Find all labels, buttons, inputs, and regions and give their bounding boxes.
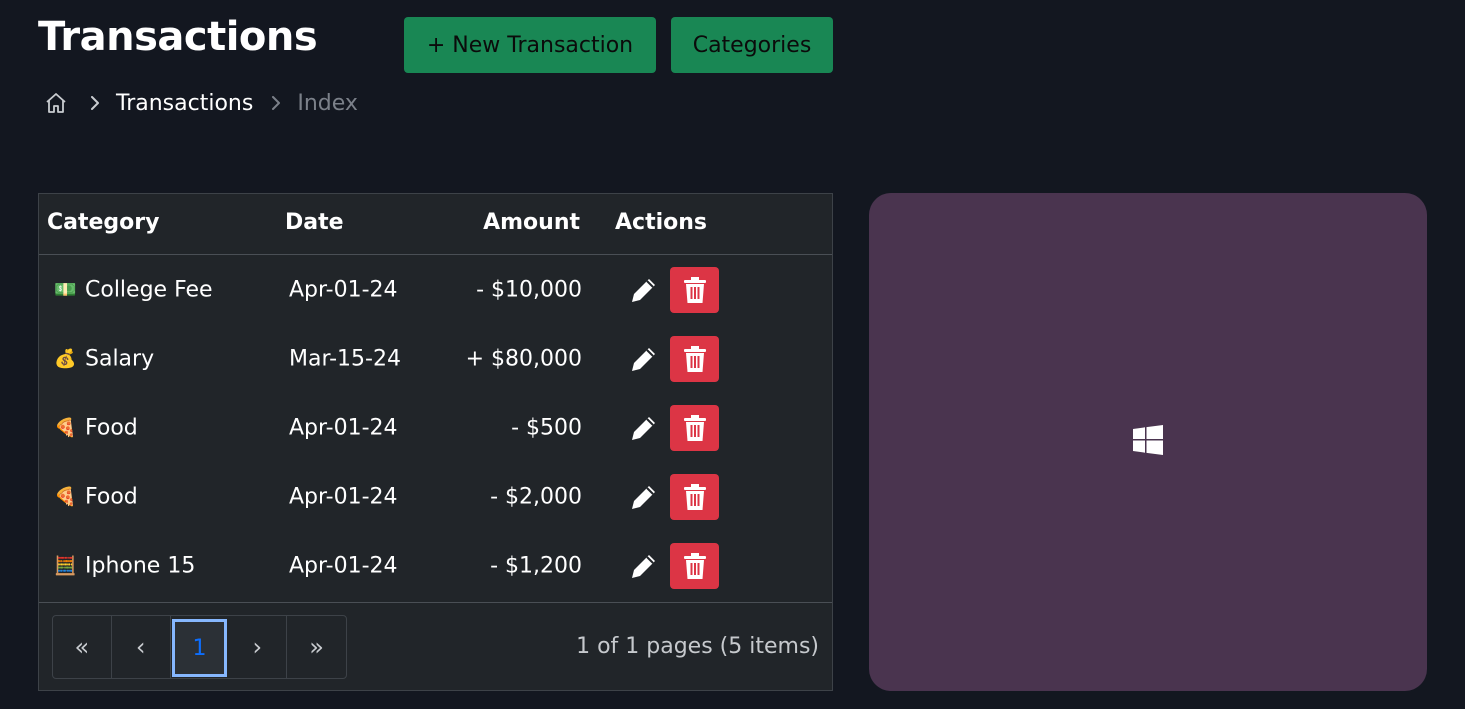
table-row: 💰 Salary Mar-15-24 + $80,000 [39, 324, 832, 393]
home-icon[interactable] [44, 91, 68, 115]
next-page-button[interactable]: › [228, 616, 288, 678]
date-cell: Apr-01-24 [289, 277, 398, 302]
category-name: Food [85, 415, 138, 440]
delete-button[interactable] [670, 404, 719, 451]
trash-icon [683, 483, 706, 510]
edit-pencil-icon[interactable] [629, 482, 659, 512]
edit-pencil-icon[interactable] [629, 551, 659, 581]
pizza-icon: 🍕 [54, 486, 77, 507]
transactions-table: Category Date Amount Actions 💵 College F… [38, 193, 833, 691]
delete-button[interactable] [670, 266, 719, 313]
table-row: 🍕 Food Apr-01-24 - $2,000 [39, 462, 832, 531]
chevron-right-icon [88, 96, 102, 110]
page-title: Transactions [38, 14, 318, 60]
trash-icon [683, 345, 706, 372]
new-transaction-button[interactable]: + New Transaction [404, 17, 656, 73]
date-cell: Apr-01-24 [289, 415, 398, 440]
pagination: « ‹ 1 › » [52, 615, 347, 679]
category-cell: 🧮 Iphone 15 [54, 553, 195, 578]
trash-icon [683, 414, 706, 441]
money-bag-icon: 💰 [54, 348, 77, 369]
amount-cell: + $80,000 [465, 346, 582, 371]
amount-cell: - $2,000 [490, 484, 582, 509]
trash-icon [683, 276, 706, 303]
category-cell: 💰 Salary [54, 346, 154, 371]
previous-page-button[interactable]: ‹ [112, 616, 171, 678]
edit-pencil-icon[interactable] [629, 344, 659, 374]
chevron-right-icon [269, 96, 283, 110]
side-panel [869, 193, 1427, 691]
category-cell: 💵 College Fee [54, 277, 213, 302]
column-header-date: Date [285, 210, 344, 235]
category-name: Salary [85, 346, 155, 371]
abacus-icon: 🧮 [54, 555, 77, 576]
table-row: 💵 College Fee Apr-01-24 - $10,000 [39, 255, 832, 324]
edit-pencil-icon[interactable] [629, 413, 659, 443]
category-name: Iphone 15 [85, 553, 196, 578]
category-name: College Fee [85, 277, 213, 302]
delete-button[interactable] [670, 542, 719, 589]
pizza-icon: 🍕 [54, 417, 77, 438]
breadcrumb-transactions-link[interactable]: Transactions [116, 91, 253, 116]
date-cell: Apr-01-24 [289, 484, 398, 509]
column-header-actions: Actions [615, 210, 707, 235]
column-header-amount: Amount [483, 210, 580, 235]
table-header: Category Date Amount Actions [39, 194, 832, 255]
page-button-current[interactable]: 1 [171, 619, 228, 677]
category-cell: 🍕 Food [54, 484, 138, 509]
edit-pencil-icon[interactable] [629, 275, 659, 305]
table-footer: « ‹ 1 › » 1 of 1 pages (5 items) [39, 602, 832, 691]
amount-cell: - $1,200 [490, 553, 582, 578]
money-icon: 💵 [54, 279, 77, 300]
category-name: Food [85, 484, 138, 509]
amount-cell: - $10,000 [476, 277, 582, 302]
first-page-button[interactable]: « [53, 616, 112, 678]
category-cell: 🍕 Food [54, 415, 138, 440]
column-header-category: Category [47, 210, 160, 235]
date-cell: Apr-01-24 [289, 553, 398, 578]
breadcrumb: Transactions Index [44, 86, 358, 120]
amount-cell: - $500 [511, 415, 582, 440]
table-row: 🧮 Iphone 15 Apr-01-24 - $1,200 [39, 531, 832, 600]
delete-button[interactable] [670, 473, 719, 520]
last-page-button[interactable]: » [287, 616, 346, 678]
pagination-summary: 1 of 1 pages (5 items) [576, 634, 819, 659]
table-row: 🍕 Food Apr-01-24 - $500 [39, 393, 832, 462]
breadcrumb-current: Index [297, 90, 358, 116]
trash-icon [683, 552, 706, 579]
windows-logo-icon [1132, 424, 1164, 460]
date-cell: Mar-15-24 [289, 346, 401, 371]
categories-button[interactable]: Categories [671, 17, 833, 73]
delete-button[interactable] [670, 335, 719, 382]
